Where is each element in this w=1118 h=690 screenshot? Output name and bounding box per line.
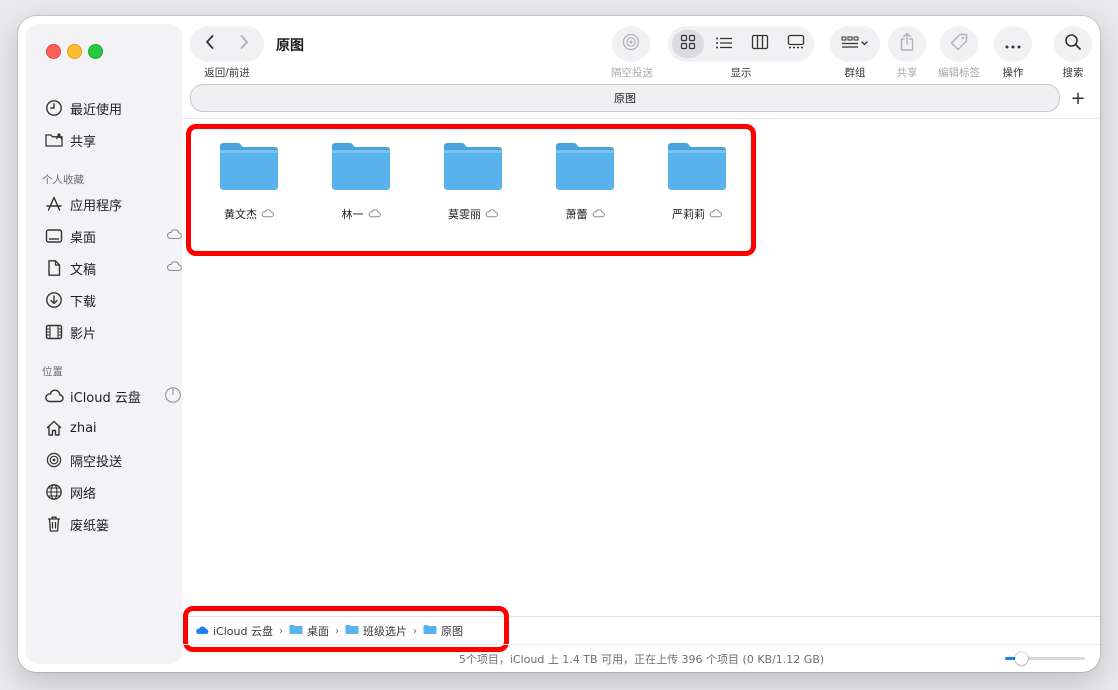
minimize-button[interactable]: [67, 44, 82, 59]
sidebar-item-desktop[interactable]: 桌面: [44, 222, 182, 250]
upload-progress-icon: [164, 386, 182, 408]
columns-icon: [751, 34, 769, 54]
sidebar-item-label: 文稿: [70, 262, 97, 278]
home-icon: [44, 418, 64, 438]
slider-knob[interactable]: [1015, 652, 1028, 665]
sidebar-item-applications[interactable]: 应用程序: [44, 190, 176, 218]
icon-view-button[interactable]: [674, 32, 702, 56]
edit-tags-button[interactable]: [946, 32, 972, 56]
chevron-right-icon: [238, 34, 250, 54]
sidebar-item-label: 影片: [70, 326, 97, 342]
chevron-left-icon: [204, 34, 216, 54]
nav-label: 返回/前进: [204, 67, 250, 79]
sidebar-item-documents[interactable]: 文稿: [44, 254, 182, 282]
airdrop-label: 隔空投送: [611, 67, 653, 79]
group-label: 群组: [844, 67, 866, 79]
sidebar-item-label: 最近使用: [70, 102, 123, 118]
favorites-header: 个人收藏: [42, 174, 84, 186]
action-button[interactable]: [1000, 32, 1026, 56]
share-button[interactable]: [894, 32, 920, 56]
sidebar-item-label: zhai: [70, 420, 97, 436]
search-label: 搜索: [1062, 67, 1084, 79]
network-icon: [44, 482, 64, 502]
document-icon: [44, 258, 64, 278]
finder-window: 最近使用 共享 个人收藏 应用程序 桌面 文稿 下载 影片 位置 iCloud …: [18, 16, 1100, 672]
sidebar-item-label: 应用程序: [70, 198, 123, 214]
group-grid-icon: [841, 35, 869, 54]
highlight-box-folders: [186, 124, 756, 256]
sidebar-item-home[interactable]: zhai: [44, 414, 176, 442]
forward-button[interactable]: [232, 32, 256, 56]
list-view-button[interactable]: [710, 32, 738, 56]
icloud-status-icon: [166, 228, 182, 244]
sidebar-item-trash[interactable]: 废纸篓: [44, 510, 176, 538]
share-icon: [899, 32, 915, 56]
sidebar-item-recents[interactable]: 最近使用: [44, 94, 176, 122]
sidebar-item-label: 共享: [70, 134, 97, 150]
sidebar-item-label: 隔空投送: [70, 454, 123, 470]
airdrop-icon: [621, 32, 641, 56]
status-bar: 5个项目，iCloud 上 1.4 TB 可用，正在上传 396 个项目 (0 …: [183, 644, 1100, 672]
applications-icon: [44, 194, 64, 214]
gallery-view-button[interactable]: [782, 32, 810, 56]
tag-icon: [949, 32, 969, 56]
locations-header: 位置: [42, 366, 63, 378]
trash-icon: [44, 514, 64, 534]
tab-label: 原图: [614, 92, 636, 105]
sidebar: 最近使用 共享 个人收藏 应用程序 桌面 文稿 下载 影片 位置 iCloud …: [26, 24, 182, 664]
icloud-status-icon: [166, 260, 182, 276]
search-button[interactable]: [1060, 32, 1086, 56]
sidebar-item-icloud-drive[interactable]: iCloud 云盘: [44, 382, 181, 410]
icon-size-slider[interactable]: [1005, 652, 1085, 665]
list-icon: [715, 35, 733, 54]
sidebar-item-airdrop[interactable]: 隔空投送: [44, 446, 176, 474]
shared-folder-icon: [44, 130, 64, 150]
more-icon: [1004, 35, 1022, 54]
gallery-icon: [787, 34, 805, 54]
clock-icon: [44, 98, 64, 118]
film-icon: [44, 322, 64, 342]
search-icon: [1064, 33, 1082, 55]
sidebar-item-label: 网络: [70, 486, 97, 502]
back-button[interactable]: [198, 32, 222, 56]
airdrop-icon: [44, 450, 64, 470]
status-text: 5个项目，iCloud 上 1.4 TB 可用，正在上传 396 个项目 (0 …: [458, 653, 825, 666]
desktop-icon: [44, 226, 64, 246]
sidebar-item-label: 下载: [70, 294, 97, 310]
sidebar-item-label: iCloud 云盘: [70, 390, 141, 406]
airdrop-button[interactable]: [618, 32, 644, 56]
icloud-icon: [44, 386, 64, 406]
zoom-button[interactable]: [88, 44, 103, 59]
tab-current[interactable]: 原图: [190, 84, 1060, 112]
divider: [183, 118, 1100, 119]
sidebar-item-shared[interactable]: 共享: [44, 126, 176, 154]
grid-icon: [680, 34, 696, 54]
download-icon: [44, 290, 64, 310]
plus-icon: +: [1070, 87, 1086, 109]
new-tab-button[interactable]: +: [1066, 86, 1090, 110]
sidebar-item-movies[interactable]: 影片: [44, 318, 176, 346]
close-button[interactable]: [46, 44, 61, 59]
view-label: 显示: [730, 67, 752, 79]
sidebar-item-label: 废纸篓: [70, 518, 110, 534]
sidebar-item-label: 桌面: [70, 230, 97, 246]
group-button[interactable]: [834, 32, 876, 56]
window-title: 原图: [276, 38, 304, 54]
sidebar-item-network[interactable]: 网络: [44, 478, 176, 506]
column-view-button[interactable]: [746, 32, 774, 56]
sidebar-item-downloads[interactable]: 下载: [44, 286, 176, 314]
share-label: 共享: [896, 67, 918, 79]
tags-label: 编辑标签: [938, 67, 980, 79]
action-label: 操作: [1002, 67, 1024, 79]
